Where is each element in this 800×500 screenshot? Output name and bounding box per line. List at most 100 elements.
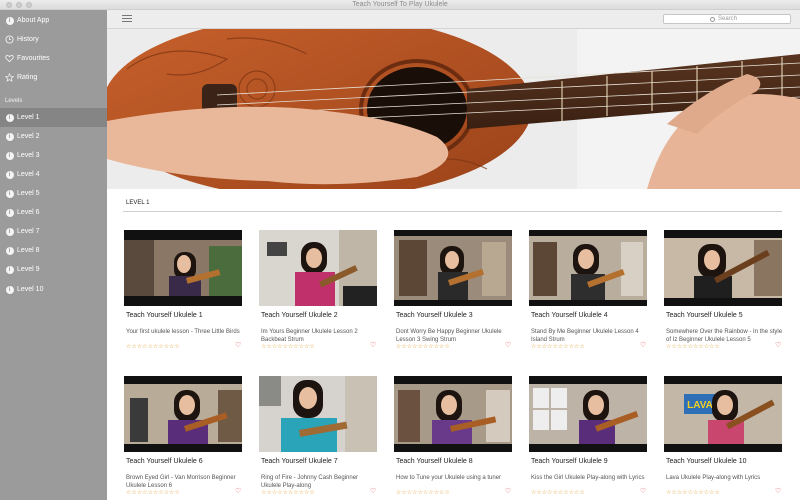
star-rating[interactable]: ☆☆☆☆☆☆☆☆☆☆ xyxy=(666,343,720,350)
level-dot-icon: i xyxy=(5,246,14,255)
sidebar-item-level-5[interactable]: i Level 5 xyxy=(0,184,107,203)
video-thumbnail[interactable] xyxy=(394,376,512,452)
sidebar: i About App History Favourites Rating Le… xyxy=(0,10,107,500)
star-rating[interactable]: ☆☆☆☆☆☆☆☆☆☆ xyxy=(531,489,585,496)
sidebar-item-label: Level 6 xyxy=(17,209,40,216)
video-thumbnail[interactable] xyxy=(529,230,647,306)
video-card-1[interactable]: Teach Yourself Ukulele 1 Your first ukul… xyxy=(124,230,242,360)
info-icon: i xyxy=(5,16,14,25)
sidebar-item-label: About App xyxy=(17,17,50,24)
sidebar-item-label: Level 10 xyxy=(17,286,44,293)
sidebar-item-level-2[interactable]: i Level 2 xyxy=(0,127,107,146)
video-thumbnail[interactable] xyxy=(259,230,377,306)
video-description: Ring of Fire - Johnny Cash Beginner Ukul… xyxy=(261,475,359,489)
favourite-heart-icon[interactable]: ♡ xyxy=(775,341,781,349)
sidebar-item-level-8[interactable]: i Level 8 xyxy=(0,241,107,260)
favourite-heart-icon[interactable]: ♡ xyxy=(235,341,241,349)
video-thumbnail[interactable] xyxy=(394,230,512,306)
favourite-heart-icon[interactable]: ♡ xyxy=(235,487,241,495)
search-field[interactable]: Search xyxy=(663,14,791,24)
sidebar-item-about-app[interactable]: i About App xyxy=(0,11,107,30)
video-card-7[interactable]: Teach Yourself Ukulele 7 Ring of Fire - … xyxy=(259,376,377,500)
level-dot-icon: i xyxy=(5,151,14,160)
star-rating[interactable]: ☆☆☆☆☆☆☆☆☆☆ xyxy=(396,489,450,496)
sidebar-item-level-1[interactable]: i Level 1 xyxy=(0,108,107,127)
star-rating[interactable]: ☆☆☆☆☆☆☆☆☆☆ xyxy=(126,489,180,496)
video-card-5[interactable]: Teach Yourself Ukulele 5 Somewhere Over … xyxy=(664,230,782,360)
video-description: Lava Ukulele Play-along with Lyrics xyxy=(666,475,761,481)
video-thumbnail[interactable] xyxy=(124,376,242,452)
video-thumbnail[interactable] xyxy=(259,376,377,452)
video-title: Teach Yourself Ukulele 9 xyxy=(531,458,608,465)
level-dot-icon: i xyxy=(5,189,14,198)
video-thumbnail[interactable] xyxy=(664,230,782,306)
divider xyxy=(123,211,782,212)
video-thumbnail[interactable]: LAVA xyxy=(664,376,782,452)
favourite-heart-icon[interactable]: ♡ xyxy=(640,341,646,349)
sidebar-item-label: Level 3 xyxy=(17,152,40,159)
sidebar-item-favourites[interactable]: Favourites xyxy=(0,49,107,68)
star-rating[interactable]: ☆☆☆☆☆☆☆☆☆☆ xyxy=(531,343,585,350)
sidebar-section-header: Levels xyxy=(5,98,23,104)
clock-icon xyxy=(5,35,14,44)
favourite-heart-icon[interactable]: ♡ xyxy=(775,487,781,495)
video-card-2[interactable]: Teach Yourself Ukulele 2 Im Yours Beginn… xyxy=(259,230,377,360)
favourite-heart-icon[interactable]: ♡ xyxy=(640,487,646,495)
hero-banner-image xyxy=(107,29,800,189)
section-title: LEVEL 1 xyxy=(126,200,150,206)
favourite-heart-icon[interactable]: ♡ xyxy=(505,341,511,349)
video-card-6[interactable]: Teach Yourself Ukulele 6 Brown Eyed Girl… xyxy=(124,376,242,500)
level-dot-icon: i xyxy=(5,132,14,141)
sidebar-item-label: Level 4 xyxy=(17,171,40,178)
sidebar-item-label: History xyxy=(17,36,39,43)
sidebar-item-label: Rating xyxy=(17,74,38,81)
star-rating[interactable]: ☆☆☆☆☆☆☆☆☆☆ xyxy=(261,489,315,496)
sidebar-item-level-7[interactable]: i Level 7 xyxy=(0,222,107,241)
favourite-heart-icon[interactable]: ♡ xyxy=(370,487,376,495)
video-card-3[interactable]: Teach Yourself Ukulele 3 Dont Worry Be H… xyxy=(394,230,512,360)
sidebar-item-level-4[interactable]: i Level 4 xyxy=(0,165,107,184)
video-description: Your first ukulele lesson - Three Little… xyxy=(126,329,240,335)
level-dot-icon: i xyxy=(5,265,14,274)
sidebar-item-history[interactable]: History xyxy=(0,30,107,49)
video-description: How to Tune your Ukulele using a tuner xyxy=(396,475,502,481)
star-icon xyxy=(5,73,14,82)
favourite-heart-icon[interactable]: ♡ xyxy=(505,487,511,495)
sidebar-item-rating[interactable]: Rating xyxy=(0,68,107,87)
video-title: Teach Yourself Ukulele 5 xyxy=(666,312,743,319)
lava-sign-text: LAVA xyxy=(687,400,713,411)
video-card-10[interactable]: LAVA Teach Yourself Ukulele 10 Lava Ukul… xyxy=(664,376,782,500)
window-title: Teach Yourself To Play Ukulele xyxy=(352,1,448,8)
star-rating[interactable]: ☆☆☆☆☆☆☆☆☆☆ xyxy=(261,343,315,350)
level-dot-icon: i xyxy=(5,208,14,217)
video-description: Im Yours Beginner Ukulele Lesson 2 Backb… xyxy=(261,329,358,343)
sidebar-item-level-6[interactable]: i Level 6 xyxy=(0,203,107,222)
sidebar-item-label: Level 8 xyxy=(17,247,40,254)
video-thumbnail[interactable] xyxy=(529,376,647,452)
search-icon xyxy=(710,16,715,22)
video-description: Brown Eyed Girl - Van Morrison Beginner … xyxy=(126,475,236,489)
sidebar-item-level-10[interactable]: i Level 10 xyxy=(0,280,107,299)
video-title: Teach Yourself Ukulele 2 xyxy=(261,312,338,319)
favourite-heart-icon[interactable]: ♡ xyxy=(370,341,376,349)
video-thumbnail[interactable] xyxy=(124,230,242,306)
sidebar-item-label: Level 9 xyxy=(17,266,40,273)
star-rating[interactable]: ☆☆☆☆☆☆☆☆☆☆ xyxy=(126,343,180,350)
video-card-9[interactable]: Teach Yourself Ukulele 9 Kiss the Girl U… xyxy=(529,376,647,500)
hamburger-menu-icon[interactable] xyxy=(122,15,132,23)
video-card-8[interactable]: Teach Yourself Ukulele 8 How to Tune you… xyxy=(394,376,512,500)
star-rating[interactable]: ☆☆☆☆☆☆☆☆☆☆ xyxy=(666,489,720,496)
sidebar-item-level-9[interactable]: i Level 9 xyxy=(0,260,107,279)
video-title: Teach Yourself Ukulele 6 xyxy=(126,458,203,465)
window-titlebar: Teach Yourself To Play Ukulele xyxy=(0,0,800,10)
level-dot-icon: i xyxy=(5,113,14,122)
video-description: Kiss the Girl Ukulele Play-along with Ly… xyxy=(531,475,645,481)
video-description: Stand By Me Beginner Ukulele Lesson 4 Is… xyxy=(531,329,639,343)
video-title: Teach Yourself Ukulele 7 xyxy=(261,458,338,465)
star-rating[interactable]: ☆☆☆☆☆☆☆☆☆☆ xyxy=(396,343,450,350)
heart-icon xyxy=(5,54,14,63)
video-title: Teach Yourself Ukulele 1 xyxy=(126,312,203,319)
video-card-4[interactable]: Teach Yourself Ukulele 4 Stand By Me Beg… xyxy=(529,230,647,360)
sidebar-item-level-3[interactable]: i Level 3 xyxy=(0,146,107,165)
video-title: Teach Yourself Ukulele 10 xyxy=(666,458,747,465)
